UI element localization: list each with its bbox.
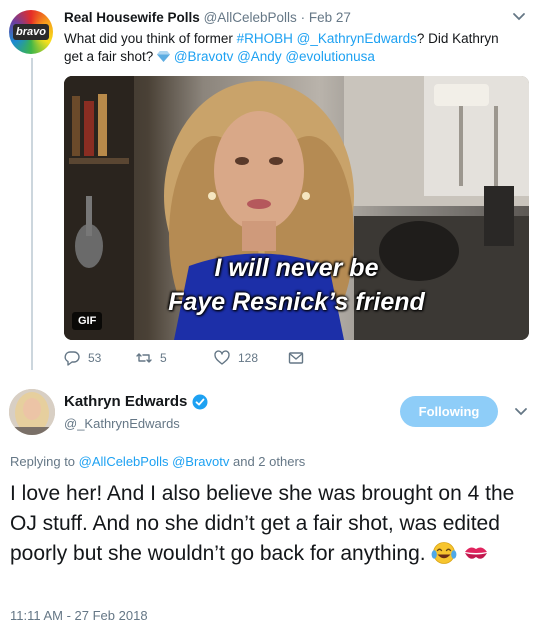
kiss-emoji xyxy=(465,547,488,559)
like-count: 128 xyxy=(238,351,259,365)
verified-icon xyxy=(192,394,208,409)
avatar-logo-text: bravo xyxy=(13,24,49,40)
mention-link[interactable]: @Bravotv xyxy=(172,454,229,469)
tweet-text: What did you think of former #RHOBH @_Ka… xyxy=(64,30,519,66)
following-button[interactable]: Following xyxy=(400,396,498,427)
main-tweet: Kathryn Edwards @_KathrynEdwards Followi… xyxy=(0,375,540,640)
avatar-photo xyxy=(9,389,55,435)
author-handle[interactable]: @_KathrynEdwards xyxy=(64,416,180,431)
tweet-body: I love her! And I also believe she was b… xyxy=(10,479,535,569)
parent-tweet[interactable]: bravo Real Housewife Polls @AllCelebPoll… xyxy=(0,0,540,375)
gif-caption-line-1: I will never be xyxy=(214,254,379,282)
mention-link[interactable]: @AllCelebPolls xyxy=(79,454,169,469)
gif-caption-line-2: Faye Resnick’s friend xyxy=(168,288,425,316)
reply-action[interactable]: 53 xyxy=(64,350,101,366)
gif-badge: GIF xyxy=(72,312,103,330)
retweet-icon xyxy=(136,353,152,363)
replying-prefix: Replying to xyxy=(10,454,76,469)
retweet-action[interactable]: 5 xyxy=(136,350,167,366)
message-icon xyxy=(288,352,304,364)
tweet-timestamp[interactable]: 11:11 AM - 27 Feb 2018 xyxy=(10,608,148,623)
mention-link[interactable]: @Bravotv xyxy=(174,49,233,64)
author-handle[interactable]: @AllCelebPolls xyxy=(204,10,297,25)
gif-media[interactable]: I will never be Faye Resnick’s friend GI… xyxy=(64,76,529,340)
chevron-down-icon[interactable] xyxy=(512,12,526,22)
author-name[interactable]: Real Housewife Polls xyxy=(64,10,200,25)
tears-of-joy-emoji xyxy=(432,542,457,564)
author-name-row[interactable]: Kathryn Edwards xyxy=(64,393,208,410)
like-action[interactable]: 128 xyxy=(214,350,258,366)
mention-link[interactable]: @Andy xyxy=(237,49,281,64)
reply-count: 53 xyxy=(88,351,102,365)
gem-icon xyxy=(157,51,171,62)
replying-to-line: Replying to @AllCelebPolls @Bravotv and … xyxy=(10,454,305,469)
avatar[interactable] xyxy=(9,389,55,435)
author-name[interactable]: Kathryn Edwards xyxy=(64,393,187,410)
retweet-count: 5 xyxy=(160,351,167,365)
tweet-header: Real Housewife Polls @AllCelebPolls · Fe… xyxy=(64,10,351,25)
tweet-text-part: What did you think of former xyxy=(64,31,237,46)
thread-connector xyxy=(31,58,33,370)
avatar[interactable]: bravo xyxy=(9,10,53,54)
tweet-date[interactable]: Feb 27 xyxy=(309,10,351,25)
direct-message-action[interactable] xyxy=(288,350,304,366)
replying-suffix[interactable]: and 2 others xyxy=(233,454,305,469)
mention-link[interactable]: @_KathrynEdwards xyxy=(297,31,417,46)
chevron-down-icon[interactable] xyxy=(514,407,528,417)
hashtag-link[interactable]: #RHOBH xyxy=(237,31,293,46)
separator: · xyxy=(300,10,306,25)
mention-link[interactable]: @evolutionusa xyxy=(285,49,375,64)
like-icon xyxy=(214,350,230,365)
reply-icon xyxy=(64,351,80,366)
